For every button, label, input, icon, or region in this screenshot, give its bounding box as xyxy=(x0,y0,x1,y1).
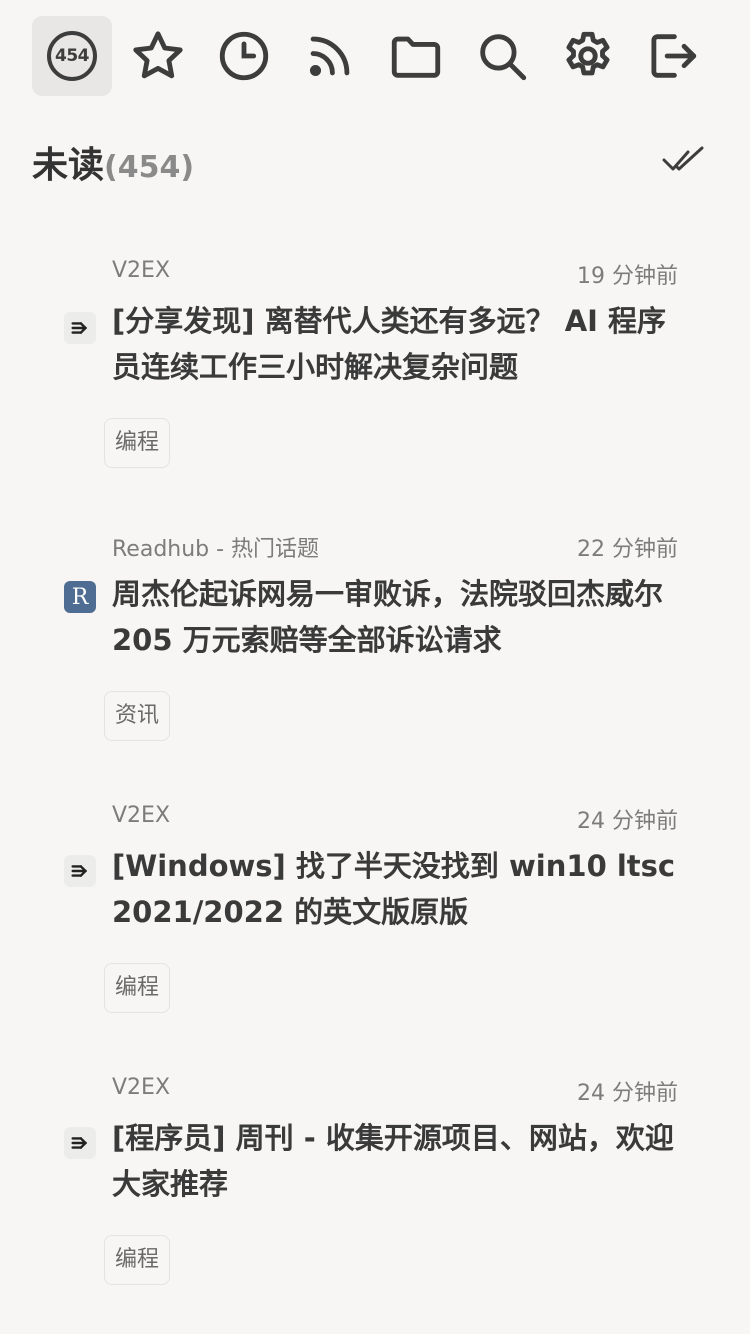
article-title[interactable]: [分享发现] 离替代人类还有多远？ AI 程序员连续工作三小时解决复杂问题 xyxy=(112,298,682,390)
folder-icon xyxy=(391,36,441,78)
article-time: 22 分钟前 xyxy=(577,537,678,562)
unread-count: (454) xyxy=(104,150,195,185)
gear-icon xyxy=(566,31,610,76)
clock-icon xyxy=(219,31,269,81)
v2ex-icon xyxy=(64,855,96,887)
logout-button[interactable] xyxy=(632,16,712,96)
unread-count-badge-icon: 454 xyxy=(47,31,97,81)
starred-button[interactable] xyxy=(118,16,198,96)
article-tag[interactable]: 编程 xyxy=(104,1235,171,1285)
article-tag[interactable]: 编程 xyxy=(104,418,171,468)
feeds-button[interactable] xyxy=(290,16,370,96)
article-title[interactable]: 周杰伦起诉网易一审败诉，法院驳回杰威尔 205 万元索赔等全部诉讼请求 xyxy=(112,571,682,663)
article-time: 19 分钟前 xyxy=(577,264,678,289)
search-icon xyxy=(480,34,527,81)
v2ex-icon xyxy=(64,1127,96,1159)
article-time: 24 分钟前 xyxy=(577,809,678,834)
folders-button[interactable] xyxy=(376,16,456,96)
double-check-icon xyxy=(662,146,704,171)
search-button[interactable] xyxy=(462,16,542,96)
article-tag[interactable]: 资讯 xyxy=(104,691,171,741)
v2ex-icon xyxy=(64,312,96,344)
article-source: Readhub - 热门话题 xyxy=(112,537,320,562)
page-title: 未读(454) xyxy=(32,136,194,188)
logout-icon xyxy=(651,34,697,78)
rss-icon xyxy=(309,36,350,77)
page-title-label: 未读 xyxy=(32,145,105,186)
article-time: 24 分钟前 xyxy=(577,1081,678,1106)
toolbar: 454 xyxy=(32,16,722,96)
unread-button[interactable]: 454 xyxy=(32,16,112,96)
star-icon xyxy=(133,31,183,79)
settings-button[interactable] xyxy=(548,16,628,96)
article-title[interactable]: [Windows] 找了半天没找到 win10 ltsc 2021/2022 的… xyxy=(112,843,682,935)
article-title[interactable]: [程序员] 周刊 - 收集开源项目、网站，欢迎大家推荐 xyxy=(112,1115,682,1207)
list-header: 未读(454) xyxy=(32,136,718,186)
readhub-icon: R xyxy=(64,581,96,613)
mark-all-read-button[interactable] xyxy=(660,140,708,180)
article-source: V2EX xyxy=(112,803,171,828)
recent-button[interactable] xyxy=(204,16,284,96)
article-source: V2EX xyxy=(112,1075,171,1100)
article-source: V2EX xyxy=(112,258,171,283)
article-tag[interactable]: 编程 xyxy=(104,963,171,1013)
